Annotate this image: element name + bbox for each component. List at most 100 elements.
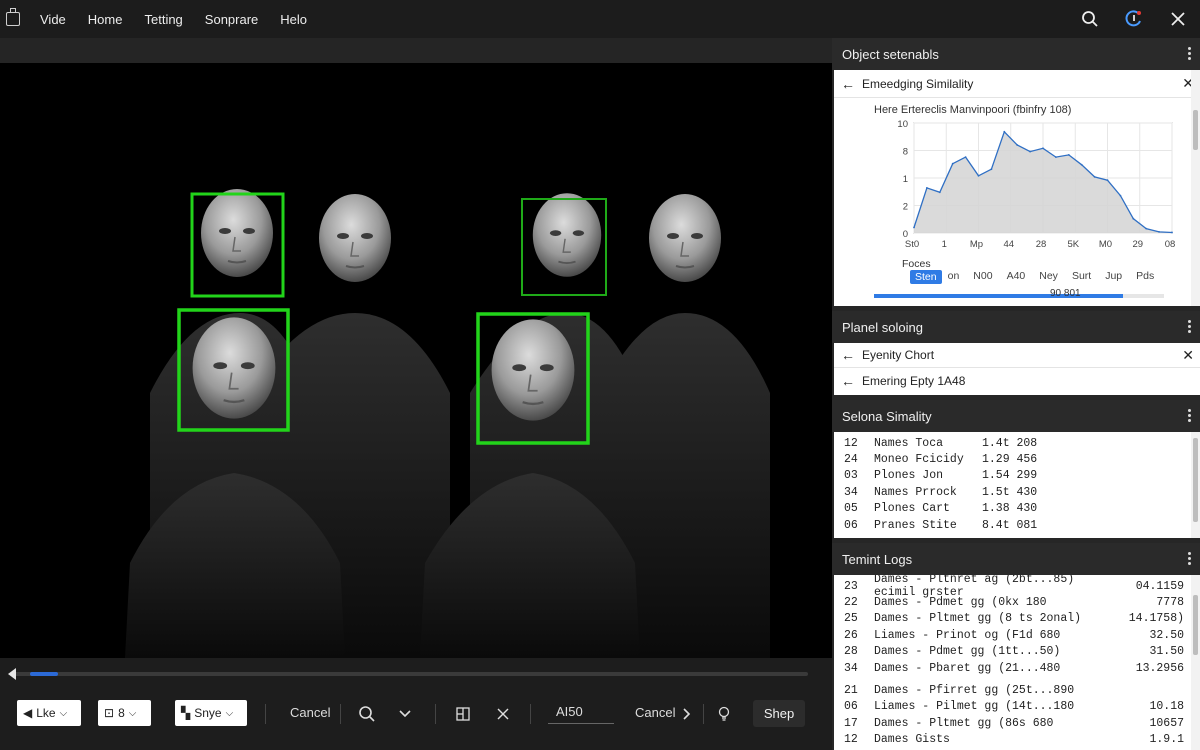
log-row[interactable]: 25 Dames - Pltmet gg (8 ts 2onal) 14.1758): [834, 611, 1200, 627]
log-row[interactable]: 28 Dames - Pdmet gg (1tt...50) 31.50: [834, 644, 1200, 660]
back-arrow-icon[interactable]: ←: [834, 76, 862, 92]
chart-tabs: Sten on N00 A40 Ney Surt Jup Pds: [910, 270, 1154, 284]
menubar: Vide Home Tetting Sonprare Helo: [0, 0, 1200, 38]
data-point: [926, 187, 928, 189]
similarity-scrollbar[interactable]: [1191, 432, 1200, 538]
row-name: Names Toca: [874, 436, 944, 450]
chevron-right-icon[interactable]: [675, 702, 699, 726]
play-head-icon[interactable]: [8, 668, 16, 680]
terminal-panel-header: Temint Logs: [832, 543, 1200, 575]
x-tick-label: 1: [942, 239, 947, 250]
shuffle-icon[interactable]: [491, 702, 515, 726]
menu-vide[interactable]: Vide: [40, 12, 66, 27]
dropdown-lke[interactable]: ◀ Lke ⌵: [17, 700, 81, 726]
more-icon[interactable]: [1188, 552, 1192, 566]
table-row[interactable]: 12 Names Toca 1.4t 208: [834, 435, 1200, 451]
video-frame[interactable]: [0, 63, 832, 658]
y-tick-label: 1: [903, 174, 908, 185]
log-text: Dames - Pdmet gg (1tt...50): [874, 645, 1061, 659]
log-row[interactable]: 26 Liames - Prinot og (F1d 680 32.50: [834, 627, 1200, 643]
log-value: 04.1159: [1135, 579, 1184, 593]
chart-xlabel: Foces: [902, 258, 931, 270]
progress-track: [874, 294, 1164, 298]
list-item[interactable]: ← Emering Epty 1A48: [834, 368, 1200, 393]
menu-helo[interactable]: Helo: [280, 12, 307, 27]
frame-icon: ⊡: [104, 706, 115, 720]
row-value: 1.54 299: [982, 469, 1038, 483]
log-id: 25: [844, 612, 858, 626]
table-row[interactable]: 05 Plones Cart 1.38 430: [834, 501, 1200, 517]
log-text: Liames - Prinot og (F1d 680: [874, 628, 1061, 642]
log-row[interactable]: 21 Dames - Pfirret gg (25t...890: [834, 682, 1200, 698]
table-row[interactable]: 34 Names Prrock 1.5t 430: [834, 484, 1200, 500]
tab-ney[interactable]: Ney: [1039, 270, 1058, 284]
dropdown-size-label: 8: [118, 706, 125, 720]
more-icon[interactable]: [1188, 47, 1192, 61]
log-id: 23: [844, 579, 858, 593]
menu-home[interactable]: Home: [88, 12, 123, 27]
log-row[interactable]: 06 Liames - Pilmet gg (14t...180 10.18: [834, 699, 1200, 715]
log-row[interactable]: 12 Dames Gists 1.9.1: [834, 732, 1200, 748]
list-item[interactable]: ← Eyenity Chort ✕: [834, 343, 1200, 368]
back-arrow-icon[interactable]: ←: [834, 347, 862, 363]
dropdown-snye-label: Snye: [194, 706, 222, 720]
terminal-scrollbar[interactable]: [1191, 575, 1200, 750]
more-icon[interactable]: [1188, 409, 1192, 423]
divider: [340, 704, 341, 724]
data-point: [1119, 194, 1122, 197]
chart-title: Here Ertereclis Manvinpoori (fbinfry 108…: [874, 104, 1072, 116]
log-id: 26: [844, 628, 858, 642]
app-icon[interactable]: [6, 8, 20, 26]
search-icon[interactable]: [1068, 0, 1112, 38]
lightbulb-icon[interactable]: [712, 702, 736, 726]
dropdown-snye[interactable]: ▚ Snye ⌵: [175, 700, 247, 726]
log-row[interactable]: 34 Dames - Pbaret gg (21...480 13.2956: [834, 660, 1200, 676]
terminal-panel-title: Temint Logs: [842, 551, 913, 567]
tab-surt[interactable]: Surt: [1072, 270, 1091, 284]
log-text: Dames - Pltmet gg (86s 680: [874, 716, 1054, 730]
menu-tetting[interactable]: Tetting: [144, 12, 182, 27]
tab-pds[interactable]: Pds: [1136, 270, 1154, 284]
dropdown-size[interactable]: ⊡ 8 ⌵: [98, 700, 151, 726]
x-tick-label: M0: [1099, 239, 1112, 250]
tab-jup[interactable]: Jup: [1105, 270, 1122, 284]
log-row[interactable]: 17 Dames - Pltmet gg (86s 680 10657: [834, 715, 1200, 731]
close-icon[interactable]: ✕: [1182, 347, 1194, 364]
seek-bar[interactable]: [8, 668, 808, 680]
abo-input[interactable]: AI50: [548, 704, 614, 724]
more-icon[interactable]: [1188, 320, 1192, 334]
row-id: 03: [844, 469, 858, 483]
object-panel-body: ← Emeedging Similality ✕ Here Ertereclis…: [834, 70, 1200, 306]
data-point: [990, 168, 993, 171]
back-arrow-icon[interactable]: ←: [834, 373, 862, 389]
row-value: 1.29 456: [982, 453, 1038, 467]
close-icon[interactable]: [1156, 0, 1200, 38]
tab-on[interactable]: on: [948, 270, 960, 284]
row-id: 34: [844, 485, 858, 499]
row-id: 05: [844, 502, 858, 516]
similarity-table: 12 Names Toca 1.4t 208 24 Moneo Fcicidy 1.29 …: [834, 432, 1200, 538]
zoom-icon[interactable]: [355, 702, 379, 726]
data-point: [964, 156, 967, 158]
columns-icon[interactable]: [451, 702, 475, 726]
chevron-down-icon[interactable]: [393, 702, 417, 726]
log-row[interactable]: 22 Dames - Pdmet gg (0kx 180 7778: [834, 594, 1200, 610]
table-row[interactable]: 06 Pranes Stite 8.4t 081: [834, 517, 1200, 533]
log-value: 10657: [1149, 716, 1184, 730]
x-tick-label: 44: [1003, 239, 1014, 250]
account-icon[interactable]: [1112, 0, 1156, 38]
tab-a40[interactable]: A40: [1007, 270, 1026, 284]
table-row[interactable]: 24 Moneo Fcicidy 1.29 456: [834, 451, 1200, 467]
cancel-button[interactable]: Cancel: [290, 705, 330, 720]
cancel-button-2[interactable]: Cancel: [635, 705, 675, 720]
divider: [265, 704, 266, 724]
data-point: [1029, 150, 1031, 153]
table-row[interactable]: 03 Plones Jon 1.54 299: [834, 468, 1200, 484]
shop-button[interactable]: Shep: [753, 700, 805, 727]
object-scrollbar[interactable]: [1191, 70, 1200, 306]
log-row[interactable]: 23 Dames - Pltnret ag (2bt...85) ecimil g…: [834, 575, 1200, 599]
menu-sonprare[interactable]: Sonprare: [205, 12, 258, 27]
log-value: 31.50: [1149, 645, 1184, 659]
tab-sten[interactable]: Sten: [910, 270, 942, 284]
tab-n00[interactable]: N00: [973, 270, 992, 284]
